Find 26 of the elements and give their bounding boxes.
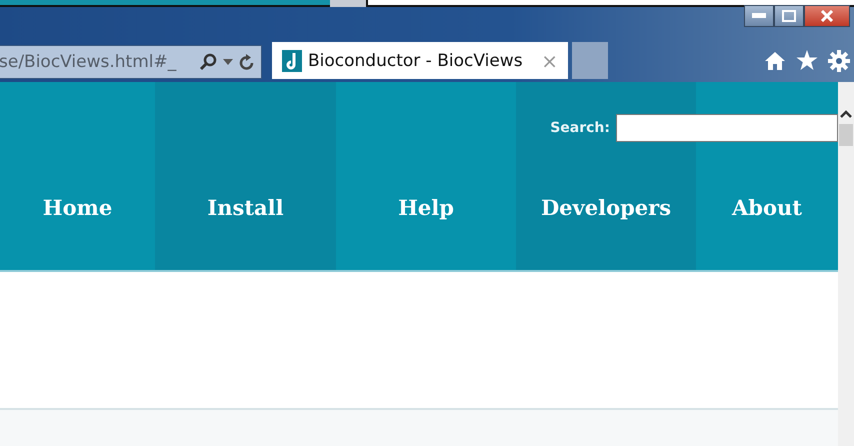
nav-link[interactable]: Help [398,195,454,220]
nav-link[interactable]: Install [207,195,284,220]
close-icon [820,10,834,22]
maximize-button[interactable] [774,5,804,27]
close-button[interactable] [804,5,850,27]
dropdown-icon[interactable] [223,59,233,65]
nav-link[interactable]: Home [42,195,112,220]
address-bar[interactable]: se/BiocViews.html#_ [0,45,262,79]
scrollbar[interactable] [838,82,854,446]
music-note-icon [282,50,302,72]
nav-link[interactable]: Developers [540,195,672,220]
search-label: Search: [550,120,610,136]
maximize-icon [782,10,796,22]
minimize-icon [752,13,766,19]
tab-close-button[interactable]: × [541,48,558,72]
scroll-up-icon[interactable] [840,110,852,118]
home-icon[interactable] [764,50,786,70]
minimize-button[interactable] [744,5,774,27]
scrollbar-thumb[interactable] [839,124,853,146]
search-field[interactable] [616,114,838,142]
refresh-icon[interactable] [239,53,255,71]
search-icon[interactable] [199,53,217,71]
nav-link[interactable]: About [732,195,802,220]
settings-icon[interactable] [828,50,850,72]
browser-tab[interactable]: Bioconductor - BiocViews × [272,42,568,79]
star-icon[interactable] [796,50,818,71]
